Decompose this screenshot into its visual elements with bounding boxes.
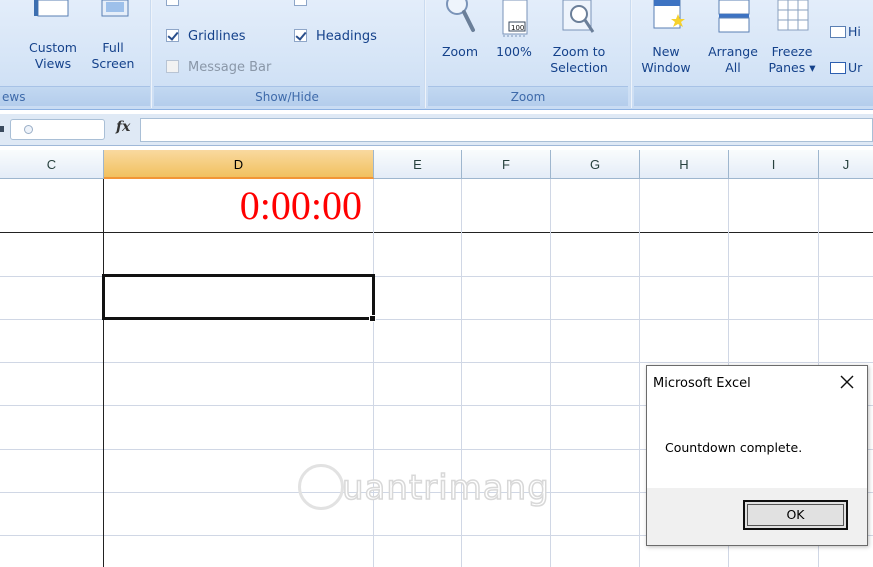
dialog-message: Countdown complete.: [665, 440, 803, 455]
workbook-views-group: Custom Views Full Screen ews: [0, 0, 150, 108]
col-header-c[interactable]: C: [0, 150, 104, 179]
hide-button[interactable]: Hi: [830, 24, 873, 40]
full-screen-label-2: Screen: [91, 56, 135, 71]
zoom-to-selection-label-1: Zoom to: [552, 44, 606, 59]
top-checkbox-row-partial: [166, 0, 188, 10]
full-screen-label-1: Full: [102, 40, 124, 55]
gridlines-checkbox[interactable]: [166, 29, 179, 42]
custom-views-label-1: Custom: [29, 40, 77, 55]
message-bar-checkbox-row[interactable]: Message Bar: [166, 59, 271, 77]
message-bar-checkbox[interactable]: [166, 60, 179, 73]
watermark-text: uantrimang: [341, 467, 550, 509]
new-window-button[interactable]: New Window: [636, 0, 696, 76]
arrange-all-icon: [718, 0, 750, 33]
headings-checkbox[interactable]: [294, 29, 307, 42]
full-screen-button[interactable]: Full Screen: [86, 0, 140, 72]
message-dialog: Microsoft Excel Countdown complete. OK: [646, 365, 868, 546]
message-bar-label: Message Bar: [188, 60, 272, 75]
group-separator: [424, 0, 426, 108]
zoom-to-selection-label-2: Selection: [550, 60, 608, 75]
hide-icon: [830, 26, 846, 38]
lightbulb-logo-icon: [298, 464, 344, 510]
custom-views-icon: [34, 0, 69, 17]
column-line: [639, 179, 640, 567]
unhide-button[interactable]: Ur: [830, 60, 873, 76]
show-hide-group-label: Show/Hide: [154, 86, 420, 106]
col-header-d[interactable]: D: [104, 150, 374, 179]
gridlines-label: Gridlines: [188, 29, 246, 44]
watermark: uantrimang: [298, 458, 598, 528]
hide-label: Hi: [848, 24, 861, 39]
zoom-100-label: 100%: [496, 44, 532, 59]
arrange-all-button[interactable]: Arrange All: [704, 0, 762, 76]
partial-checkbox-1[interactable]: [166, 0, 179, 6]
cell-d1-countdown[interactable]: 0:00:00: [104, 181, 370, 231]
fill-handle[interactable]: [369, 315, 376, 322]
zoom-group-label: Zoom: [428, 86, 628, 106]
partial-checkbox-2[interactable]: [294, 0, 307, 6]
col-header-i[interactable]: I: [729, 150, 819, 179]
formula-input[interactable]: [140, 118, 873, 142]
ok-button[interactable]: OK: [743, 500, 848, 530]
svg-text:100: 100: [511, 24, 524, 32]
arrange-all-label-2: All: [725, 60, 741, 75]
freeze-panes-icon: [777, 0, 809, 31]
custom-views-label-2: Views: [34, 56, 72, 71]
headings-checkbox-row[interactable]: Headings: [294, 28, 377, 46]
zoom-group: Zoom 100 100% Zoom to Selection Zoom: [428, 0, 628, 108]
insert-function-icon[interactable]: fx: [116, 119, 130, 135]
col-header-g[interactable]: G: [551, 150, 640, 179]
name-box[interactable]: [10, 119, 105, 140]
freeze-panes-label-2: Panes ▾: [768, 60, 816, 75]
row-line: [0, 232, 873, 233]
selected-cell[interactable]: [102, 274, 375, 320]
namebox-dropdown-arrow[interactable]: [0, 126, 4, 132]
views-group-label: ews: [0, 86, 150, 106]
col-header-e[interactable]: E: [374, 150, 462, 179]
magnifier-icon: [446, 0, 475, 32]
zoom-100-icon: 100: [502, 0, 528, 37]
unhide-label: Ur: [848, 60, 863, 75]
group-separator: [630, 0, 632, 108]
top-checkbox-row-partial-2: [294, 0, 316, 10]
row-line: [0, 362, 873, 363]
window-group-label: [634, 86, 873, 106]
column-headers: C D E F G H I J: [0, 150, 873, 179]
gridlines-checkbox-row[interactable]: Gridlines: [166, 28, 246, 46]
zoom-100-button[interactable]: 100 100%: [490, 0, 538, 60]
zoom-to-selection-button[interactable]: Zoom to Selection: [542, 0, 616, 76]
col-header-f[interactable]: F: [462, 150, 551, 179]
zoom-label: Zoom: [441, 44, 479, 59]
col-header-h[interactable]: H: [640, 150, 729, 179]
freeze-panes-label-1: Freeze: [771, 44, 813, 59]
zoom-button[interactable]: Zoom: [436, 0, 484, 60]
close-icon[interactable]: [837, 372, 857, 392]
arrange-all-label-1: Arrange: [708, 44, 758, 59]
column-line: [103, 179, 104, 567]
full-screen-icon: [101, 0, 129, 17]
zoom-to-selection-icon: [562, 0, 595, 33]
formula-bar: fx: [0, 114, 873, 146]
custom-views-button[interactable]: Custom Views: [22, 0, 84, 72]
group-separator: [150, 0, 152, 108]
freeze-panes-button[interactable]: Freeze Panes ▾: [762, 0, 822, 76]
ribbon: Custom Views Full Screen ews Gridlines H…: [0, 0, 873, 110]
window-group: New Window Arrange All Freeze Panes ▾ Hi…: [634, 0, 873, 108]
show-hide-group: Gridlines Headings Message Bar Show/Hide: [154, 0, 420, 108]
dialog-title: Microsoft Excel: [653, 376, 751, 391]
headings-label: Headings: [316, 29, 377, 44]
namebox-scroll-icon: [24, 125, 33, 134]
col-header-j[interactable]: J: [819, 150, 873, 179]
new-window-label-2: Window: [641, 60, 691, 75]
new-window-label-1: New: [652, 44, 680, 59]
unhide-icon: [830, 62, 846, 74]
new-window-icon: [653, 0, 685, 29]
dialog-footer: OK: [647, 488, 867, 545]
